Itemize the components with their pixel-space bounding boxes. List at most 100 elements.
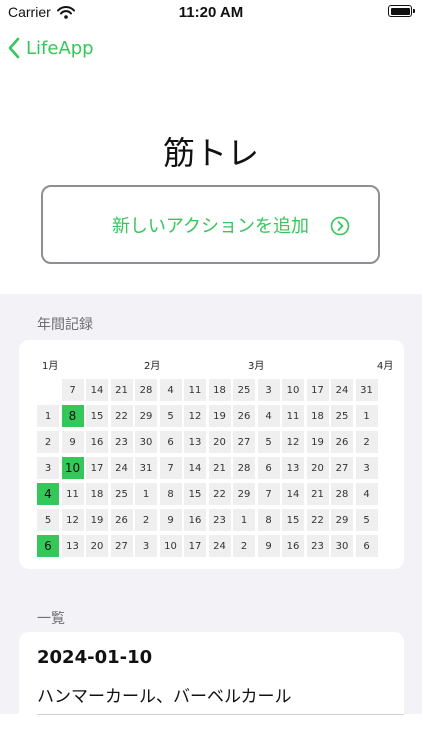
calendar-day-cell: 4 bbox=[37, 483, 59, 505]
calendar-day-cell: 7 bbox=[159, 457, 182, 479]
calendar-day-cell: 5 bbox=[37, 509, 59, 531]
calendar-day-cell: 17 bbox=[306, 379, 329, 401]
calendar-day-cell: 11 bbox=[184, 379, 206, 401]
calendar-day-cell: 11 bbox=[61, 483, 84, 505]
calendar-day-cell: 24 bbox=[331, 379, 353, 401]
calendar-day-cell: 7 bbox=[257, 483, 280, 505]
status-bar: Carrier 11:20 AM bbox=[0, 0, 422, 26]
calendar-day-cell: 6 bbox=[37, 535, 59, 557]
battery-icon bbox=[388, 5, 415, 17]
entry-date: 2024-01-10 bbox=[37, 647, 153, 668]
calendar-day-cell: 1 bbox=[233, 509, 255, 531]
calendar-day-cell: 5 bbox=[257, 431, 280, 453]
calendar-day-cell: 28 bbox=[233, 457, 255, 479]
page-title: 筋トレ bbox=[162, 134, 259, 172]
calendar-day-cell: 12 bbox=[61, 509, 84, 531]
calendar-day-cell: 3 bbox=[257, 379, 280, 401]
calendar-day-cell: 28 bbox=[135, 379, 157, 401]
entry-list: 2024-01-10 ハンマーカール、バーベルカール bbox=[19, 632, 404, 750]
calendar-day-cell: 21 bbox=[110, 379, 133, 401]
calendar-day-cell: 14 bbox=[184, 457, 206, 479]
calendar-day-cell: 16 bbox=[184, 509, 206, 531]
calendar-day-cell: 29 bbox=[233, 483, 255, 505]
calendar-day-cell: 23 bbox=[208, 509, 231, 531]
calendar-day-cell: 2 bbox=[135, 509, 157, 531]
calendar-grid: 1 2 3 4 5 6 7 8 9 10 11 12 13 14 15 16 17 18 19 20 21 22 23 24 2… bbox=[37, 379, 404, 561]
calendar-day-cell: 19 bbox=[208, 405, 231, 427]
calendar-day-cell: 6 bbox=[355, 535, 378, 557]
calendar-day-cell: 14 bbox=[282, 483, 304, 505]
calendar-day-cell: 4 bbox=[257, 405, 280, 427]
calendar-day-cell: 16 bbox=[86, 431, 108, 453]
add-action-button[interactable]: 新しいアクションを追加 bbox=[41, 185, 380, 264]
calendar-section-header: 年間記録 bbox=[37, 317, 93, 333]
calendar-day-cell: 25 bbox=[331, 405, 353, 427]
calendar-day-cell: 23 bbox=[110, 431, 133, 453]
calendar-day-cell: 14 bbox=[86, 379, 108, 401]
calendar-day-cell: 8 bbox=[159, 483, 182, 505]
calendar-day-cell: 26 bbox=[233, 405, 255, 427]
calendar-day-cell: 10 bbox=[61, 457, 84, 479]
calendar-day-cell: 31 bbox=[355, 379, 378, 401]
calendar-day-cell: 20 bbox=[208, 431, 231, 453]
calendar-day-cell: 4 bbox=[159, 379, 182, 401]
calendar-day-cell: 8 bbox=[257, 509, 280, 531]
calendar-day-cell: 3 bbox=[37, 457, 59, 479]
entry-exercises: ハンマーカール、バーベルカール bbox=[37, 687, 292, 707]
calendar-day-cell: 12 bbox=[282, 431, 304, 453]
calendar-day-cell: 24 bbox=[208, 535, 231, 557]
month-label: 2月 bbox=[144, 361, 161, 372]
calendar-day-cell: 9 bbox=[61, 431, 84, 453]
calendar-day-cell: 22 bbox=[306, 509, 329, 531]
calendar-day-cell: 30 bbox=[331, 535, 353, 557]
calendar-day-cell: 9 bbox=[159, 509, 182, 531]
calendar-day-cell: 9 bbox=[257, 535, 280, 557]
calendar-day-cell: 18 bbox=[208, 379, 231, 401]
calendar-day-cell: 19 bbox=[306, 431, 329, 453]
calendar-day-cell: 20 bbox=[306, 457, 329, 479]
calendar-day-cell: 24 bbox=[110, 457, 133, 479]
calendar-day-cell: 26 bbox=[110, 509, 133, 531]
calendar-day-cell: 1 bbox=[135, 483, 157, 505]
calendar-day-cell: 26 bbox=[331, 431, 353, 453]
chevron-right-circle-icon bbox=[330, 216, 350, 236]
calendar-day-cell: 13 bbox=[282, 457, 304, 479]
calendar-day-cell: 19 bbox=[86, 509, 108, 531]
calendar-day-cell: 25 bbox=[110, 483, 133, 505]
calendar-day-cell: 18 bbox=[86, 483, 108, 505]
calendar-day-cell: 4 bbox=[355, 483, 378, 505]
calendar-day-cell: 7 bbox=[61, 379, 84, 401]
calendar-day-cell: 11 bbox=[282, 405, 304, 427]
calendar-day-cell: 21 bbox=[208, 457, 231, 479]
calendar-day-cell: 2 bbox=[355, 431, 378, 453]
calendar-day-cell: 23 bbox=[306, 535, 329, 557]
calendar-day-cell: 2 bbox=[37, 431, 59, 453]
list-section-header: 一覧 bbox=[37, 611, 65, 627]
calendar-day-cell: 27 bbox=[110, 535, 133, 557]
chevron-left-icon bbox=[8, 37, 20, 59]
calendar-day-cell: 29 bbox=[331, 509, 353, 531]
calendar-day-cell: 10 bbox=[282, 379, 304, 401]
calendar-day-cell: 6 bbox=[159, 431, 182, 453]
calendar-day-cell: 28 bbox=[331, 483, 353, 505]
calendar-day-cell: 13 bbox=[184, 431, 206, 453]
calendar-day-cell: 1 bbox=[355, 405, 378, 427]
divider bbox=[37, 714, 404, 715]
calendar-day-cell: 22 bbox=[208, 483, 231, 505]
month-label: 1月 bbox=[42, 361, 59, 372]
calendar-day-cell: 16 bbox=[282, 535, 304, 557]
calendar-day-cell: 8 bbox=[61, 405, 84, 427]
calendar-day-cell: 17 bbox=[184, 535, 206, 557]
calendar-day-cell: 22 bbox=[110, 405, 133, 427]
year-calendar[interactable]: 1月 2月 3月 4月 1 2 3 4 5 6 7 8 9 10 11 12 13 14 15 16 17 18 1… bbox=[19, 340, 404, 569]
back-button[interactable]: LifeApp bbox=[8, 34, 94, 62]
calendar-day-cell: 15 bbox=[282, 509, 304, 531]
calendar-day-cell: 1 bbox=[37, 405, 59, 427]
add-action-label: 新しいアクションを追加 bbox=[111, 215, 310, 237]
calendar-day-cell: 29 bbox=[135, 405, 157, 427]
calendar-day-cell: 25 bbox=[233, 379, 255, 401]
month-label: 4月 bbox=[377, 361, 394, 372]
calendar-day-cell: 27 bbox=[331, 457, 353, 479]
status-time: 11:20 AM bbox=[178, 4, 244, 21]
calendar-day-cell: 5 bbox=[159, 405, 182, 427]
